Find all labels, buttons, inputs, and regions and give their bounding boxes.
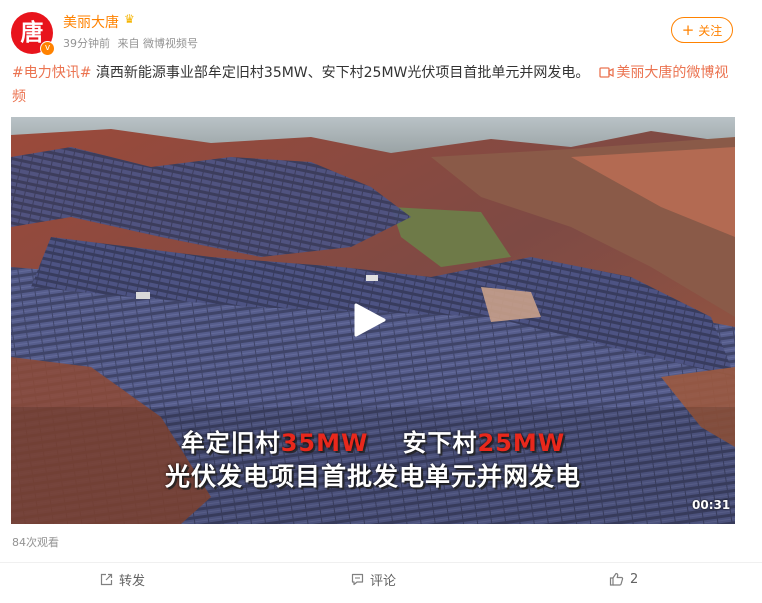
video-caption-line1: 牟定旧村35MW 安下村25MW [11,423,735,458]
crown-icon: ♛ [124,12,135,26]
caption-village-a: 牟定旧村 [180,429,281,457]
post-source[interactable]: 来自 微博视频号 [118,37,199,50]
like-button[interactable]: 2 [609,570,638,588]
thumbs-up-icon [609,572,624,586]
post-text: #电力快讯# 滇西新能源事业部牟定旧村35MW、安下村25MW光伏项目首批单元并… [12,61,742,109]
repost-button[interactable]: 转发 [100,570,146,589]
comment-icon [351,573,364,585]
post-body: 滇西新能源事业部牟定旧村35MW、安下村25MW光伏项目首批单元并网发电。 [91,65,590,81]
repost-icon [100,573,113,585]
video-icon [589,65,616,81]
avatar[interactable]: 唐 v [11,12,55,56]
caption-village-b: 安下村 [402,429,478,457]
comment-label: 评论 [370,573,397,589]
follow-label: 关注 [698,23,723,38]
divider [0,562,762,563]
follow-button[interactable]: + 关注 [671,17,733,43]
post-meta: 39分钟前 来自 微博视频号 [63,35,202,51]
play-icon[interactable] [350,303,386,337]
weibo-post-card: 唐 v 美丽大唐 ♛ 39分钟前 来自 微博视频号 + 关注 #电力快讯# 滇西… [0,0,762,603]
video-player[interactable]: 牟定旧村35MW 安下村25MW 光伏发电项目首批发电单元并网发电 00:31 [11,117,735,524]
caption-capacity-a: 35MW [280,429,369,457]
repost-label: 转发 [119,573,146,589]
caption-capacity-b: 25MW [477,429,566,457]
author-name[interactable]: 美丽大唐 [63,12,119,32]
video-caption-line2: 光伏发电项目首批发电单元并网发电 [164,462,581,491]
comment-button[interactable]: 评论 [351,570,397,589]
verified-badge-icon: v [40,41,55,56]
like-count: 2 [630,571,639,587]
post-time[interactable]: 39分钟前 [63,37,110,50]
video-duration: 00:31 [692,498,731,512]
hashtag-link[interactable]: #电力快讯# [12,65,91,81]
plus-icon: + [681,20,695,39]
view-count: 84次观看 [12,536,59,549]
